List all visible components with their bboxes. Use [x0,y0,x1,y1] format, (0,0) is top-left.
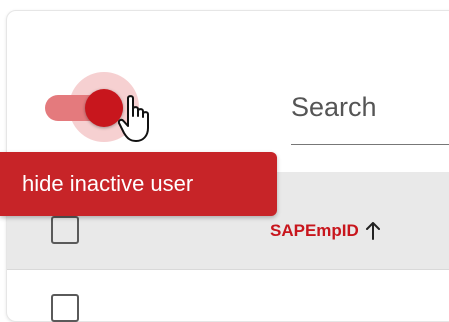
search-input[interactable] [291,82,449,132]
select-all-checkbox[interactable] [51,216,79,244]
search-field[interactable] [291,82,449,145]
hand-pointer-cursor-icon [118,95,149,142]
arrow-up-icon [365,222,380,240]
toggle-tooltip: hide inactive user [0,152,277,216]
row-select-checkbox[interactable] [51,294,79,322]
column-label: SAPEmpID [270,221,359,240]
column-header-sapempid[interactable]: SAPEmpID [270,218,381,244]
